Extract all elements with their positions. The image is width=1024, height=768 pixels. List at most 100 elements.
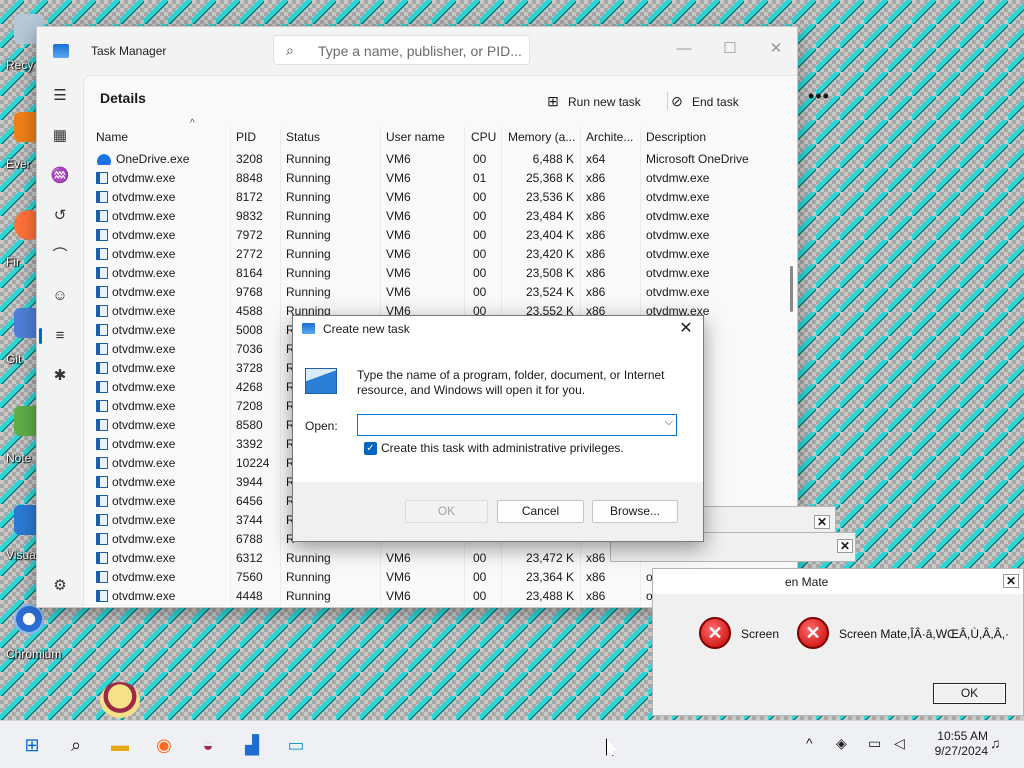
table-row[interactable]: otvdmw.exe 9768 Running VM6 00 23,524 K x86 otv… xyxy=(84,283,784,302)
users-icon[interactable]: ☺ xyxy=(45,281,75,311)
cell-text: x86 xyxy=(586,570,606,584)
browse-button[interactable]: Browse... xyxy=(592,500,678,523)
cell-text: VM6 xyxy=(386,171,411,185)
cell-pid: 9832 xyxy=(236,207,263,226)
cell-text: 3392 xyxy=(236,437,263,451)
cell-text: 7972 xyxy=(236,228,263,242)
volume-icon[interactable]: ◁ xyxy=(894,735,905,752)
dialog-title-bar[interactable]: Create new task ✕ xyxy=(293,316,703,342)
search-icon[interactable]: ⌕ xyxy=(62,731,90,759)
cell-pid: 3728 xyxy=(236,359,263,378)
app-history-icon[interactable]: ↺ xyxy=(45,201,75,231)
chevron-up-icon[interactable]: ^ xyxy=(806,735,813,751)
cancel-button[interactable]: Cancel xyxy=(497,500,584,523)
run-new-task-button[interactable]: ⊞ Run new task xyxy=(544,86,641,116)
processes-icon[interactable]: ▦ xyxy=(45,121,75,151)
maximize-button[interactable]: ☐ xyxy=(713,35,747,63)
clock-date: 9/27/2024 xyxy=(934,744,988,758)
column-header-architecture[interactable]: Archite... xyxy=(586,126,633,148)
performance-icon[interactable]: ♒ xyxy=(45,161,75,191)
cell-cpu: 00 xyxy=(473,264,486,283)
screen-mate-close-icon[interactable]: ✕ xyxy=(1003,574,1019,588)
more-options-icon[interactable]: ••• xyxy=(808,86,830,107)
column-header-pid[interactable]: PID xyxy=(236,126,256,148)
column-header-description[interactable]: Description xyxy=(646,126,706,148)
screen-mate-title-bar[interactable]: en Mate ✕ xyxy=(653,569,1023,594)
cell-mem: 23,484 K xyxy=(508,207,574,226)
start-windows-icon[interactable]: ⊞ xyxy=(18,731,46,759)
table-row[interactable]: OneDrive.exe 3208 Running VM6 00 6,488 K x64 Mi… xyxy=(84,150,784,169)
screen-mate-sheep-icon[interactable] xyxy=(100,682,140,718)
popup-close-icon[interactable]: ✕ xyxy=(837,539,853,553)
cell-name: otvdmw.exe xyxy=(96,435,175,454)
admin-privileges-label[interactable]: Create this task with administrative pri… xyxy=(381,441,624,455)
otvdm-icon[interactable]: ▭ xyxy=(282,731,310,759)
create-new-task-dialog: Create new task ✕ Type the name of a pro… xyxy=(292,315,704,542)
display-icon[interactable]: ▭ xyxy=(868,735,881,752)
column-header-user[interactable]: User name xyxy=(386,126,445,148)
cell-name: otvdmw.exe xyxy=(96,397,175,416)
close-button[interactable]: ✕ xyxy=(759,35,793,63)
screen-mate-icon[interactable]: ◒ xyxy=(194,731,222,759)
hamburger-menu-icon[interactable]: ☰ xyxy=(45,81,75,111)
cell-name: otvdmw.exe xyxy=(96,226,175,245)
ok-button[interactable]: OK xyxy=(405,500,488,523)
details-icon[interactable]: ≡ xyxy=(45,321,75,351)
column-header-status[interactable]: Status xyxy=(286,126,320,148)
table-row[interactable]: otvdmw.exe 8172 Running VM6 00 23,536 K x86 otv… xyxy=(84,188,784,207)
process-icon xyxy=(96,514,108,526)
firefox-icon[interactable]: ◉ xyxy=(150,731,178,759)
chevron-down-icon[interactable]: ⌵ xyxy=(665,416,673,429)
desktop-label-everything: Ever xyxy=(6,157,31,171)
title-bar[interactable]: Task Manager ⌕ Type a name, publisher, o… xyxy=(37,27,797,75)
process-icon xyxy=(96,172,108,184)
vertical-scrollbar[interactable] xyxy=(790,266,793,312)
cell-cpu: 00 xyxy=(473,150,486,169)
column-header-memory[interactable]: Memory (a... xyxy=(508,126,575,148)
cell-text: otvdmw.exe xyxy=(112,418,176,432)
admin-privileges-checkbox[interactable]: ✓ xyxy=(364,442,377,455)
cell-name: otvdmw.exe xyxy=(96,359,175,378)
minimize-button[interactable]: — xyxy=(667,35,701,63)
run-task-icon: ⊞ xyxy=(547,93,559,109)
system-clock[interactable]: 10:55 AM 9/27/2024 xyxy=(916,729,988,759)
process-icon xyxy=(96,476,108,488)
cell-text: Running xyxy=(286,551,331,565)
cell-name: otvdmw.exe xyxy=(96,321,175,340)
task-manager-icon[interactable]: ▟ xyxy=(238,731,266,759)
notification-bell-icon[interactable]: ♫ xyxy=(990,735,1001,751)
table-row[interactable]: otvdmw.exe 2772 Running VM6 00 23,420 K x86 otv… xyxy=(84,245,784,264)
file-explorer-icon[interactable]: ▬ xyxy=(106,731,134,759)
navigation-rail: ☰ ▦ ♒ ↺ ⌒ ☺ ≡ ✱ ⚙ xyxy=(37,75,83,607)
end-task-button[interactable]: ⊘ End task xyxy=(668,86,739,116)
table-row[interactable]: otvdmw.exe 8164 Running VM6 00 23,508 K x86 otv… xyxy=(84,264,784,283)
cell-text: otvdmw.exe xyxy=(112,589,176,603)
network-icon[interactable]: ◈ xyxy=(836,735,847,752)
open-combobox[interactable]: ⌵ xyxy=(357,414,677,436)
cell-text: VM6 xyxy=(386,589,411,603)
services-icon[interactable]: ✱ xyxy=(45,361,75,391)
table-row[interactable]: otvdmw.exe 9832 Running VM6 00 23,484 K x86 otv… xyxy=(84,207,784,226)
cell-desc: otvdmw.exe xyxy=(646,283,709,302)
column-header-name[interactable]: Name xyxy=(96,126,128,148)
table-row[interactable]: otvdmw.exe 8848 Running VM6 01 25,368 K x86 otv… xyxy=(84,169,784,188)
cell-name: otvdmw.exe xyxy=(96,378,175,397)
column-header-cpu[interactable]: CPU xyxy=(471,126,496,148)
process-icon xyxy=(96,495,108,507)
screen-mate-ok-button[interactable]: OK xyxy=(933,683,1006,704)
cell-user: VM6 xyxy=(386,169,411,188)
startup-apps-icon[interactable]: ⌒ xyxy=(45,241,75,271)
cell-text: 3744 xyxy=(236,513,263,527)
cell-cpu: 00 xyxy=(473,188,486,207)
process-icon xyxy=(96,324,108,336)
cell-text: OneDrive.exe xyxy=(116,152,190,166)
dialog-close-icon[interactable]: ✕ xyxy=(675,318,697,340)
process-icon xyxy=(96,590,108,602)
cell-text: x86 xyxy=(586,228,606,242)
popup-close-icon[interactable]: ✕ xyxy=(814,515,830,529)
table-row[interactable]: otvdmw.exe 7972 Running VM6 00 23,404 K x86 otv… xyxy=(84,226,784,245)
settings-gear-icon[interactable]: ⚙ xyxy=(45,571,75,601)
cell-text: x86 xyxy=(586,209,606,223)
cell-pid: 6312 xyxy=(236,549,263,568)
search-box[interactable]: ⌕ Type a name, publisher, or PID... xyxy=(273,35,530,65)
